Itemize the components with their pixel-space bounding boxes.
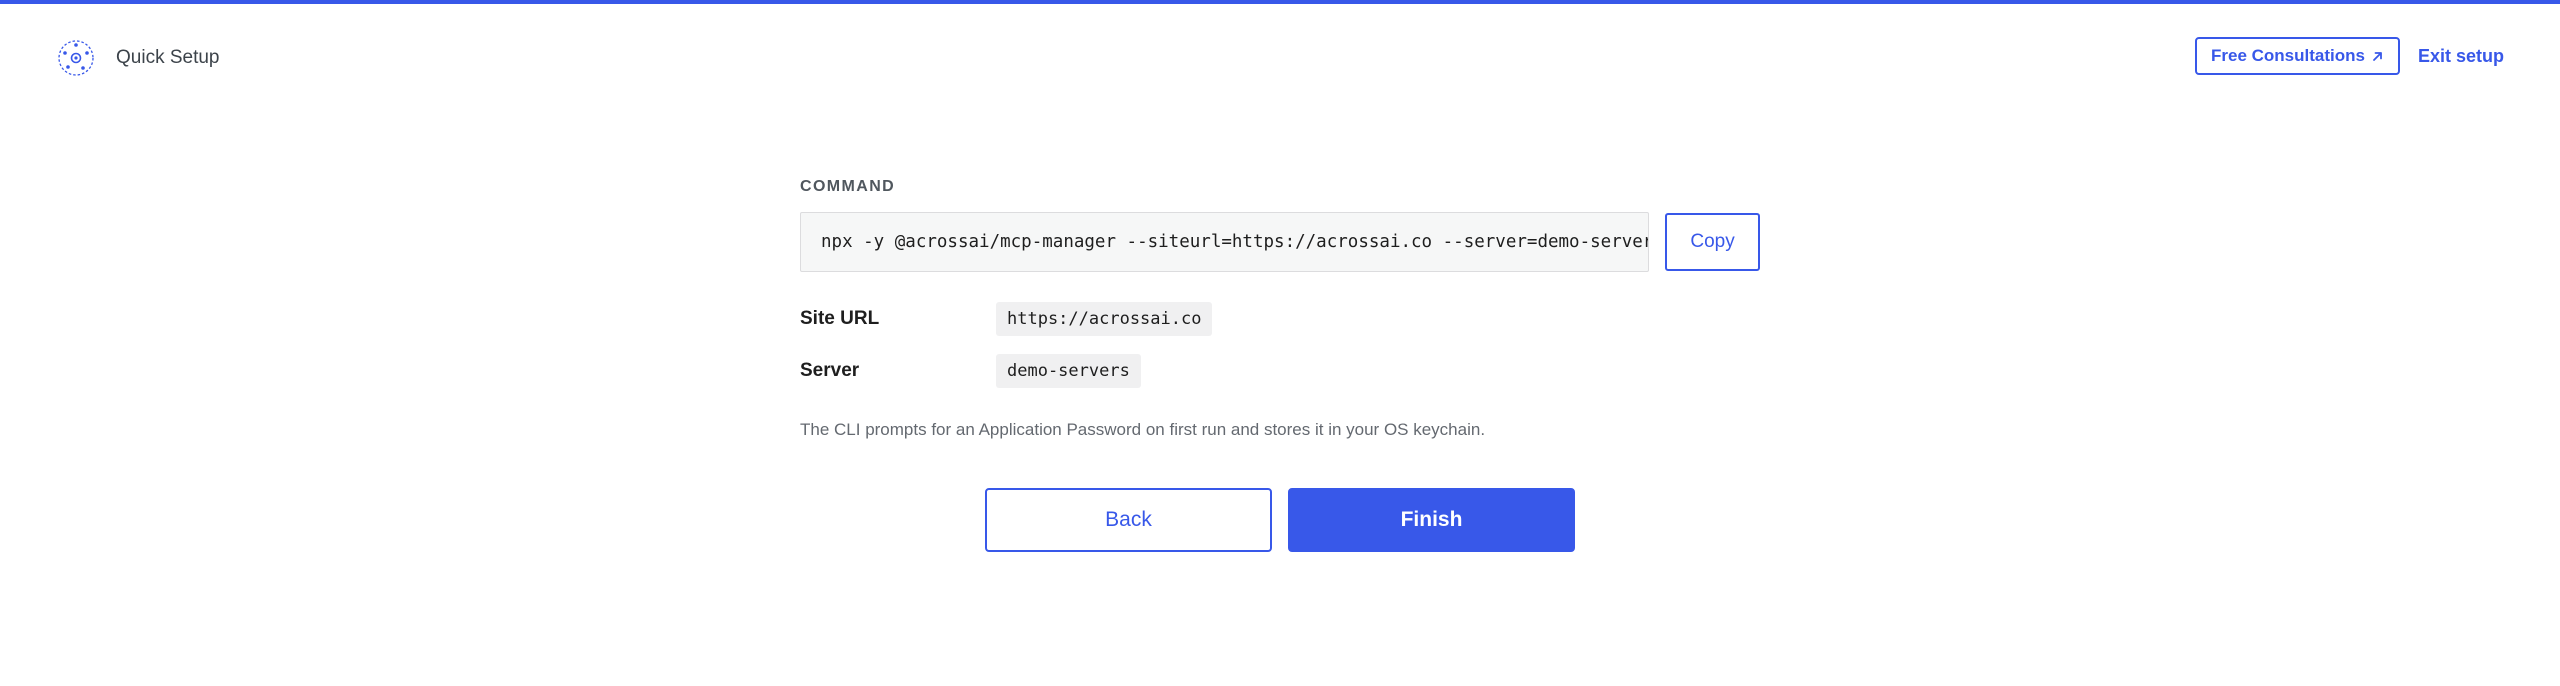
site-url-label: Site URL xyxy=(800,308,880,329)
command-section-label: COMMAND xyxy=(800,178,896,195)
server-row: Server demo-servers xyxy=(800,352,1760,390)
free-consultations-button[interactable]: Free Consultations xyxy=(2195,37,2400,75)
site-url-row: Site URL https://acrossai.co xyxy=(800,300,1760,338)
step-actions: Back Finish xyxy=(800,488,1760,552)
finish-button[interactable]: Finish xyxy=(1288,488,1575,552)
help-text: The CLI prompts for an Application Passw… xyxy=(800,420,1486,439)
site-url-value: https://acrossai.co xyxy=(996,302,1213,336)
setup-header: Quick Setup Free Consultations Exit setu… xyxy=(0,4,2560,108)
exit-setup-link[interactable]: Exit setup xyxy=(2418,46,2504,67)
command-row: npx -y @acrossai/mcp-manager --siteurl=h… xyxy=(800,212,1760,272)
page-title: Quick Setup xyxy=(116,47,220,68)
back-button[interactable]: Back xyxy=(985,488,1272,552)
server-value: demo-servers xyxy=(996,354,1141,388)
command-text[interactable]: npx -y @acrossai/mcp-manager --siteurl=h… xyxy=(800,212,1650,272)
brand: Quick Setup xyxy=(56,38,220,78)
copy-button[interactable]: Copy xyxy=(1665,213,1760,271)
network-nodes-icon xyxy=(58,40,94,76)
server-label: Server xyxy=(800,360,860,381)
header-actions: Free Consultations Exit setup xyxy=(2195,37,2504,75)
free-consultations-label: Free Consultations xyxy=(2211,46,2365,65)
setup-step-content: COMMAND npx -y @acrossai/mcp-manager --s… xyxy=(800,178,1760,552)
arrow-up-right-icon xyxy=(2373,51,2382,61)
